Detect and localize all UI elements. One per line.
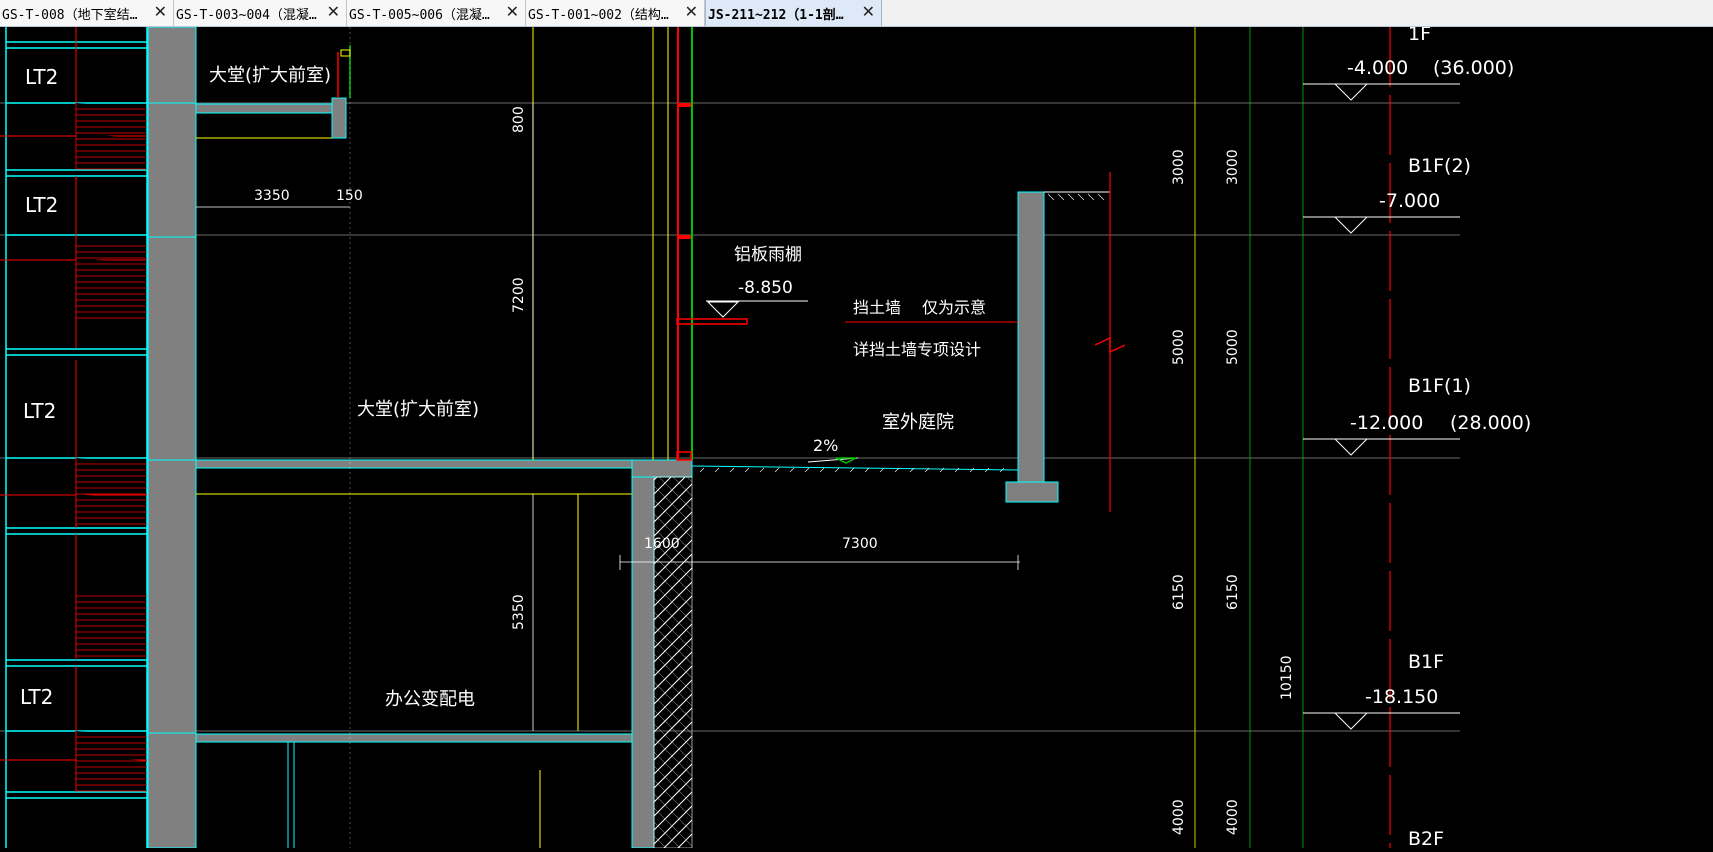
tab-js-211-212[interactable]: JS-211~212（1-1剖… ✕ (705, 0, 882, 26)
level-value: -12.000 (1350, 412, 1423, 434)
stair-label: LT2 (23, 399, 56, 423)
dimension-text: 3350 (254, 188, 290, 204)
level-markers (1303, 83, 1460, 730)
dimension-text: 5350 (511, 594, 527, 630)
cad-section-drawing[interactable]: LT2 LT2 LT2 LT2 大堂(扩大前室) 大堂(扩大前室) 办公变配电 … (0, 23, 1713, 850)
level-name: B1F(2) (1408, 155, 1471, 177)
main-wall (147, 26, 197, 849)
level-value: -18.150 (1365, 686, 1438, 708)
stair-label: LT2 (25, 193, 58, 217)
dimension-text: 800 (511, 106, 527, 133)
dimension-text: 10150 (1279, 655, 1295, 700)
tab-gs-t-001-002[interactable]: GS-T-001~002（结构… ✕ (526, 0, 705, 26)
tab-label: GS-T-003~004（混凝… (176, 7, 317, 23)
dimension-text: 3000 (1171, 149, 1187, 185)
level-name: B1F (1408, 651, 1444, 673)
dimension-text: 6150 (1171, 574, 1187, 610)
slope-note: 2% (813, 436, 838, 455)
close-icon[interactable]: ✕ (327, 3, 340, 21)
schematic-note: 仅为示意 (922, 298, 986, 317)
tab-label: GS-T-001~002（结构… (528, 7, 669, 23)
tab-gs-t-003-004[interactable]: GS-T-003~004（混凝… ✕ (174, 0, 347, 26)
level-name: B1F(1) (1408, 375, 1471, 397)
dimension-text: 150 (336, 188, 363, 204)
tab-label: GS-T-008（地下室结… (2, 7, 138, 23)
retaining-wall-note: 挡土墙 (853, 298, 901, 317)
document-tab-bar: GS-T-008（地下室结… ✕ GS-T-003~004（混凝… ✕ GS-T… (0, 0, 1713, 27)
dimension-text: 5000 (1225, 329, 1241, 365)
level-grid-lines (0, 102, 1460, 732)
level-alt-value: (36.000) (1433, 57, 1514, 79)
stair-column (0, 27, 148, 848)
tab-label: GS-T-005~006（混凝… (349, 7, 490, 23)
dimension-text: 4000 (1171, 799, 1187, 835)
dimension-text: 7200 (511, 277, 527, 313)
canopy-level: -8.850 (738, 278, 793, 298)
stair-label: LT2 (20, 685, 53, 709)
b1f-slab (195, 459, 693, 849)
close-icon[interactable]: ✕ (862, 3, 875, 21)
upper-slab (195, 45, 351, 139)
dimension-lines (196, 27, 1304, 848)
room-label-lobby: 大堂(扩大前室) (209, 65, 331, 86)
drawing-canvas[interactable]: LT2 LT2 LT2 LT2 大堂(扩大前室) 大堂(扩大前室) 办公变配电 … (0, 23, 1713, 850)
tab-gs-t-005-006[interactable]: GS-T-005~006（混凝… ✕ (347, 0, 526, 26)
dimension-text: 6150 (1225, 574, 1241, 610)
dimension-text: 4000 (1225, 799, 1241, 835)
dimension-text: 5000 (1171, 329, 1187, 365)
close-icon[interactable]: ✕ (685, 3, 698, 21)
dimension-text: 3000 (1225, 149, 1241, 185)
level-alt-value: (28.000) (1450, 412, 1531, 434)
level-value: -4.000 (1347, 57, 1408, 79)
level-value: -7.000 (1379, 190, 1440, 212)
stair-label: LT2 (25, 65, 58, 89)
dimension-text: 1600 (644, 536, 680, 552)
room-label-courtyard: 室外庭院 (882, 412, 954, 433)
canopy-note: 铝板雨棚 (734, 245, 802, 265)
close-icon[interactable]: ✕ (506, 3, 519, 21)
level-name: 1F (1408, 27, 1431, 45)
tab-label: JS-211~212（1-1剖… (708, 7, 844, 23)
aluminium-canopy (676, 300, 808, 325)
room-label-lobby: 大堂(扩大前室) (357, 399, 479, 420)
room-label-office: 办公变配电 (385, 689, 475, 710)
dimension-text: 7300 (842, 536, 878, 552)
design-note: 详挡土墙专项设计 (853, 340, 981, 359)
tab-gs-t-008[interactable]: GS-T-008（地下室结… ✕ (0, 0, 174, 26)
close-icon[interactable]: ✕ (154, 3, 167, 21)
level-name: B2F (1408, 828, 1444, 848)
